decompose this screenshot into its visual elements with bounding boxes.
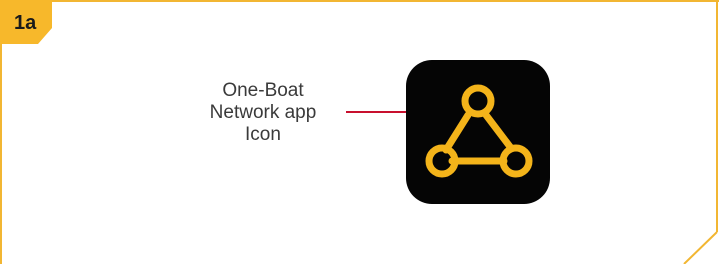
app-icon-background: [406, 60, 550, 204]
callout-leader: [346, 106, 435, 118]
network-app-icon: [406, 60, 550, 204]
